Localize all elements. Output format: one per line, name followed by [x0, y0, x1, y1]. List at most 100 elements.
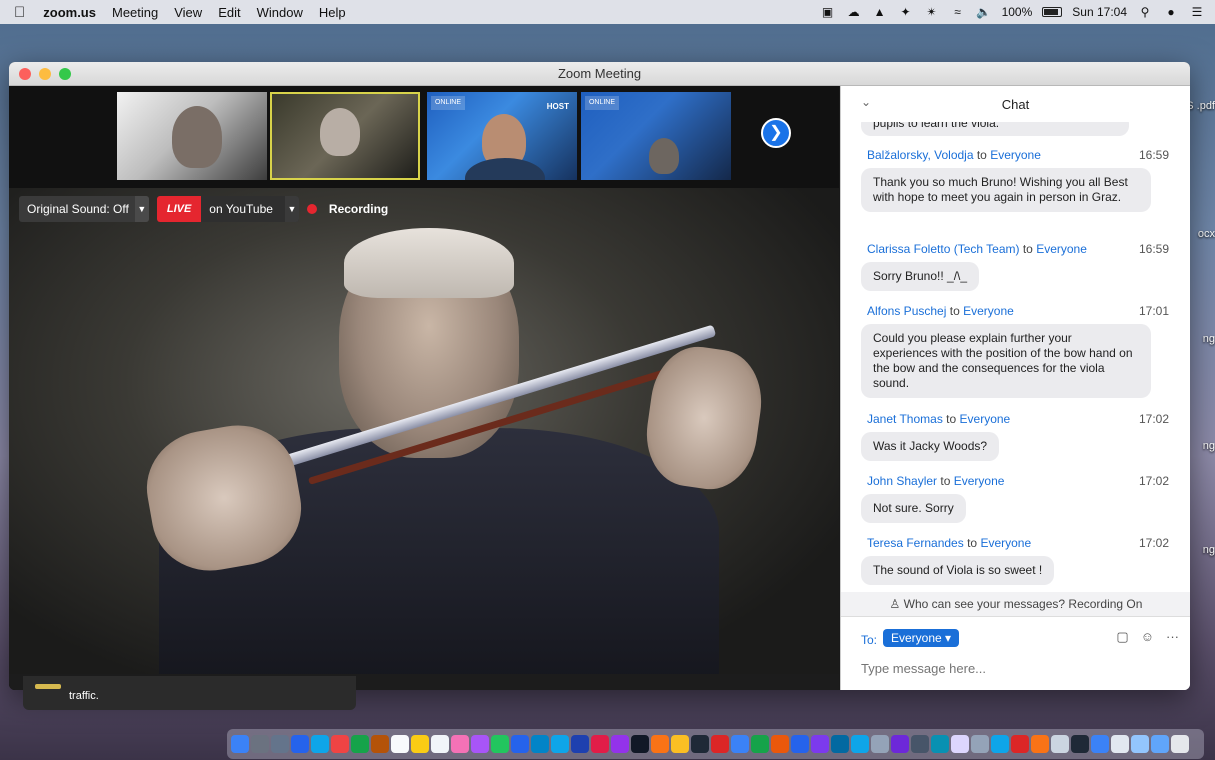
live-stream-control[interactable]: LIVE on YouTube ▼ [156, 196, 299, 222]
onedrive-icon[interactable] [851, 735, 869, 753]
fullscreen-window-button[interactable] [59, 68, 71, 80]
volume-icon[interactable]: 🔈 [976, 5, 992, 19]
keynote-icon[interactable] [671, 735, 689, 753]
signal-icon[interactable] [551, 735, 569, 753]
music-icon[interactable] [591, 735, 609, 753]
menu-meeting[interactable]: Meeting [112, 5, 158, 20]
vpn-icon[interactable] [731, 735, 749, 753]
desktop-file-label[interactable]: ocx [1198, 228, 1215, 240]
compass-icon[interactable] [931, 735, 949, 753]
wifi-icon[interactable]: ≈ [950, 5, 966, 19]
minimize-window-button[interactable] [39, 68, 51, 80]
close-window-button[interactable] [19, 68, 31, 80]
editor-icon[interactable] [691, 735, 709, 753]
browser-icon[interactable] [571, 735, 589, 753]
downloads-icon[interactable] [1151, 735, 1169, 753]
outlook-icon[interactable] [831, 735, 849, 753]
participant-thumbnail[interactable] [117, 92, 267, 180]
powerpoint-icon[interactable] [771, 735, 789, 753]
participant-thumbnail[interactable]: ONLINE [581, 92, 731, 180]
skype-icon[interactable] [531, 735, 549, 753]
launchpad-icon[interactable] [251, 735, 269, 753]
participant-video [649, 138, 679, 174]
zoom-tray-icon[interactable]: ▣ [820, 5, 836, 19]
maps-icon[interactable] [351, 735, 369, 753]
clock[interactable]: Sun 17:04 [1072, 5, 1127, 19]
menu-help[interactable]: Help [319, 5, 346, 20]
original-sound-button[interactable]: Original Sound: Off ▼ [19, 196, 149, 222]
menu-window[interactable]: Window [257, 5, 303, 20]
excel-icon[interactable] [751, 735, 769, 753]
music-app-icon[interactable] [891, 735, 909, 753]
star-icon[interactable] [951, 735, 969, 753]
finder-icon[interactable] [231, 735, 249, 753]
pages-icon[interactable] [1031, 735, 1049, 753]
unknown-app-icon[interactable] [971, 735, 989, 753]
calendar-icon[interactable] [391, 735, 409, 753]
sender-name[interactable]: Balžalorsky, Volodja [867, 148, 974, 162]
tv-icon[interactable] [631, 735, 649, 753]
teams-icon[interactable] [811, 735, 829, 753]
podcasts-icon[interactable] [611, 735, 629, 753]
messages-icon[interactable] [491, 735, 509, 753]
rocket-icon[interactable] [271, 735, 289, 753]
dropbox-icon[interactable]: ✦ [898, 5, 914, 19]
notes-icon[interactable] [411, 735, 429, 753]
red-app-icon[interactable] [1011, 735, 1029, 753]
facetime-icon[interactable] [471, 735, 489, 753]
apple-icon[interactable]:  [14, 4, 25, 21]
folder-icon[interactable] [1131, 735, 1149, 753]
chat-messages[interactable]: pupils to learn the viola. Balžalorsky, … [841, 122, 1190, 592]
contacts-icon[interactable] [371, 735, 389, 753]
chrome-icon[interactable] [331, 735, 349, 753]
search-icon[interactable]: ⚲ [1137, 5, 1153, 19]
finder-search-icon[interactable] [991, 735, 1009, 753]
sender-name[interactable]: Clarissa Foletto (Tech Team) [867, 242, 1020, 256]
zoom-icon[interactable] [511, 735, 529, 753]
desktop-file-label[interactable]: ng [1203, 440, 1215, 452]
file-icon[interactable]: ▢ [1116, 629, 1128, 645]
display-icon[interactable] [1091, 735, 1109, 753]
menu-edit[interactable]: Edit [218, 5, 240, 20]
host-thumbnail[interactable]: ONLINE HOST [427, 92, 577, 180]
sender-name[interactable]: Janet Thomas [867, 412, 943, 426]
safari-icon[interactable] [311, 735, 329, 753]
caret-down-icon[interactable]: ▼ [134, 196, 149, 222]
upload-icon[interactable]: ▲ [872, 5, 888, 19]
app-store-icon[interactable] [291, 735, 309, 753]
help-icon[interactable] [871, 735, 889, 753]
sender-name[interactable]: John Shayler [867, 474, 937, 488]
next-participants-button[interactable]: ❯ [761, 118, 791, 148]
books-icon[interactable] [651, 735, 669, 753]
desktop-file-label[interactable]: ng [1203, 544, 1215, 556]
terminal-icon[interactable] [1071, 735, 1089, 753]
battery-icon[interactable] [1042, 7, 1063, 17]
active-speaker-thumbnail[interactable] [270, 92, 420, 180]
utility-icon[interactable] [1051, 735, 1069, 753]
settings-icon[interactable] [911, 735, 929, 753]
desktop-file-label[interactable]: ng [1203, 333, 1215, 345]
caret-down-icon[interactable]: ▼ [284, 196, 299, 222]
more-icon[interactable]: ··· [1166, 629, 1179, 645]
siri-icon[interactable]: ● [1163, 5, 1179, 19]
sender-name[interactable]: Alfons Puschej [867, 304, 946, 318]
bluetooth-icon[interactable]: ✴ [924, 5, 940, 19]
notification-banner[interactable]: traffic. [23, 676, 356, 710]
emoji-icon[interactable]: ☺ [1141, 629, 1154, 645]
window-titlebar[interactable]: Zoom Meeting [9, 62, 1190, 86]
menu-app-name[interactable]: zoom.us [43, 5, 96, 20]
reminders-icon[interactable] [431, 735, 449, 753]
chat-message-input[interactable] [861, 661, 1161, 676]
tools-icon[interactable] [711, 735, 729, 753]
trash-icon[interactable] [1171, 735, 1189, 753]
chevron-down-icon[interactable]: ⌄ [861, 95, 871, 109]
sender-name[interactable]: Teresa Fernandes [867, 536, 964, 550]
photos-icon[interactable] [451, 735, 469, 753]
notification-center-icon[interactable]: ☰ [1189, 5, 1205, 19]
recipient-select[interactable]: Everyone ▾ [883, 629, 960, 647]
cloud-icon[interactable]: ☁ [846, 5, 862, 19]
document-icon[interactable] [1111, 735, 1129, 753]
word-icon[interactable] [791, 735, 809, 753]
message-privacy-bar[interactable]: ♙ Who can see your messages? Recording O… [841, 592, 1190, 616]
menu-view[interactable]: View [174, 5, 202, 20]
